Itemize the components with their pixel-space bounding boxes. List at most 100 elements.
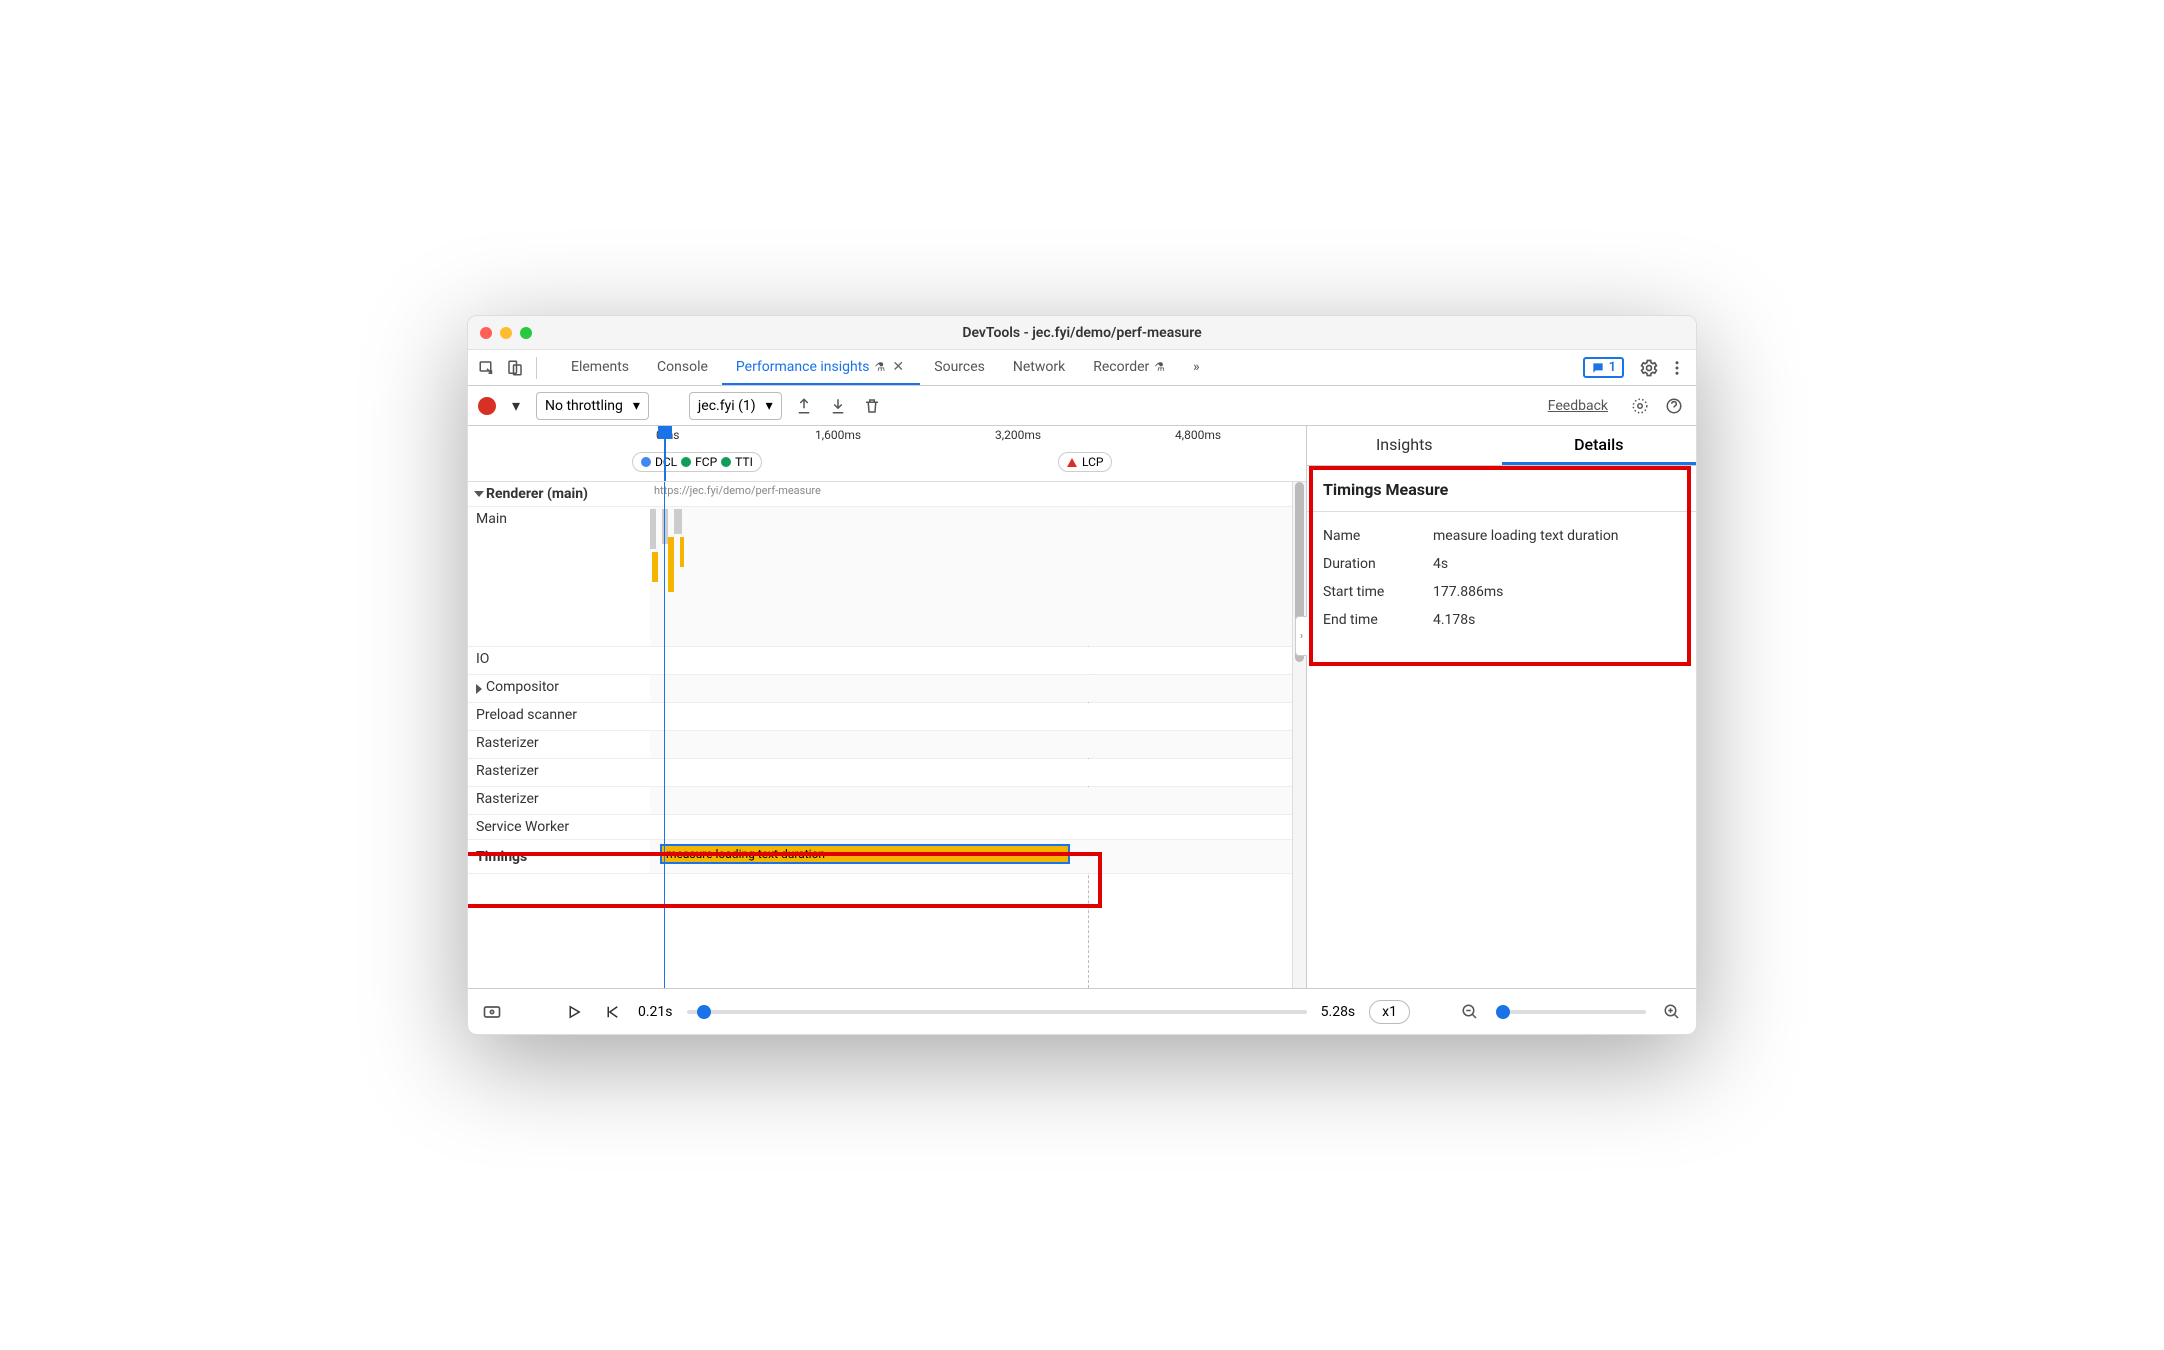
expand-icon[interactable] — [476, 684, 482, 694]
collapse-panel-button[interactable]: › — [1295, 616, 1307, 656]
detail-key: End time — [1323, 612, 1433, 628]
slider-thumb[interactable] — [1496, 1005, 1510, 1019]
zoom-in-icon[interactable] — [1660, 1000, 1684, 1024]
inspect-element-icon[interactable] — [474, 355, 500, 381]
task-bar[interactable] — [650, 509, 656, 549]
tab-console[interactable]: Console — [643, 350, 722, 385]
speed-value: x1 — [1382, 1004, 1397, 1020]
track-preload-scanner[interactable]: Preload scanner — [468, 703, 1306, 731]
timings-measure-bar[interactable]: measure loading text duration — [660, 844, 1070, 864]
lcp-marker[interactable]: LCP — [1058, 452, 1112, 472]
divider — [1307, 511, 1696, 512]
zoom-out-icon[interactable] — [1458, 1000, 1482, 1024]
time-start: 0.21s — [638, 1004, 673, 1020]
close-tab-icon[interactable]: ✕ — [890, 359, 906, 375]
detail-key: Duration — [1323, 556, 1433, 572]
track-rasterizer[interactable]: Rasterizer — [468, 759, 1306, 787]
time-end: 5.28s — [1321, 1004, 1356, 1020]
timeline-panel: 0ms 1,600ms 3,200ms 4,800ms DCL FCP TTI … — [468, 426, 1306, 988]
export-icon[interactable] — [792, 397, 816, 415]
skip-start-button[interactable] — [600, 1000, 624, 1024]
tab-details[interactable]: Details — [1502, 426, 1697, 465]
track-rasterizer[interactable]: Rasterizer — [468, 731, 1306, 759]
tab-performance-insights[interactable]: Performance insights ⚗ ✕ — [722, 350, 920, 385]
preview-icon[interactable] — [480, 1000, 504, 1024]
timing-markers[interactable]: DCL FCP TTI — [632, 452, 762, 472]
dcl-marker-icon — [641, 457, 651, 467]
record-button[interactable] — [478, 397, 496, 415]
more-tabs-button[interactable]: » — [1179, 350, 1214, 385]
throttling-value: No throttling — [545, 398, 623, 414]
task-bar[interactable] — [674, 509, 682, 534]
settings-icon[interactable] — [1636, 355, 1662, 381]
detail-row-name: Namemeasure loading text duration — [1323, 522, 1680, 550]
tab-label: Performance insights — [736, 359, 870, 375]
lcp-warning-icon — [1067, 458, 1077, 467]
tab-label: Sources — [934, 359, 985, 375]
playhead-handle-icon[interactable] — [658, 426, 672, 439]
slider-thumb[interactable] — [697, 1005, 711, 1019]
tab-sources[interactable]: Sources — [920, 350, 999, 385]
tab-recorder[interactable]: Recorder ⚗ — [1079, 350, 1179, 385]
track-compositor[interactable]: Compositor — [468, 675, 1306, 703]
timeline-slider[interactable] — [687, 1010, 1307, 1014]
playhead[interactable] — [664, 426, 666, 481]
play-button[interactable] — [562, 1000, 586, 1024]
record-options-dropdown[interactable]: ▾ — [506, 396, 526, 415]
panel-tabs: Elements Console Performance insights ⚗ … — [557, 350, 1214, 385]
marker-label: FCP — [695, 455, 717, 469]
panel-settings-icon[interactable] — [1628, 397, 1652, 415]
titlebar: DevTools - jec.fyi/demo/perf-measure — [468, 316, 1696, 350]
details-panel: › Insights Details Timings Measure Namem… — [1306, 426, 1696, 988]
marker-label: LCP — [1082, 455, 1103, 469]
vertical-scrollbar[interactable] — [1292, 482, 1306, 988]
detail-key: Name — [1323, 528, 1433, 544]
track-rasterizer[interactable]: Rasterizer — [468, 787, 1306, 815]
tti-marker-icon — [721, 457, 731, 467]
track-name: Main — [476, 511, 507, 527]
track-timings[interactable]: Timings measure loading text duration — [468, 840, 1306, 874]
url-hint: https://jec.fyi/demo/perf-measure — [654, 484, 821, 497]
tab-elements[interactable]: Elements — [557, 350, 643, 385]
marker-label: TTI — [735, 455, 753, 469]
track-main[interactable]: Main — [468, 507, 1306, 647]
import-icon[interactable] — [826, 397, 850, 415]
tab-network[interactable]: Network — [999, 350, 1079, 385]
throttling-select[interactable]: No throttling▾ — [536, 392, 649, 420]
track-name: Rasterizer — [476, 763, 539, 779]
track-io[interactable]: IO — [468, 647, 1306, 675]
devtools-window: DevTools - jec.fyi/demo/perf-measure Ele… — [467, 315, 1697, 1035]
time-ruler[interactable]: 0ms 1,600ms 3,200ms 4,800ms DCL FCP TTI … — [468, 426, 1306, 482]
tracks-area[interactable]: Renderer (main) https://jec.fyi/demo/per… — [468, 482, 1306, 988]
track-title: Timings — [476, 849, 527, 865]
issues-count: 1 — [1609, 360, 1616, 375]
help-icon[interactable] — [1662, 397, 1686, 415]
track-name: IO — [476, 651, 489, 667]
renderer-header-row[interactable]: Renderer (main) https://jec.fyi/demo/per… — [468, 482, 1306, 507]
ruler-tick: 1,600ms — [815, 428, 861, 442]
zoom-slider[interactable] — [1496, 1010, 1646, 1014]
feedback-link[interactable]: Feedback — [1548, 398, 1608, 414]
more-menu-icon[interactable] — [1664, 355, 1690, 381]
ruler-tick: 4,800ms — [1175, 428, 1221, 442]
track-name: Rasterizer — [476, 791, 539, 807]
issues-badge[interactable]: 1 — [1583, 357, 1624, 378]
ruler-tick: 3,200ms — [995, 428, 1041, 442]
task-bar[interactable] — [652, 552, 658, 582]
chevron-right-double-icon: » — [1193, 359, 1200, 375]
detail-value: 177.886ms — [1433, 584, 1503, 600]
detail-value: 4.178s — [1433, 612, 1475, 628]
page-select[interactable]: jec.fyi (1)▾ — [689, 392, 782, 420]
track-service-worker[interactable]: Service Worker — [468, 815, 1306, 840]
task-bar[interactable] — [668, 537, 674, 592]
divider — [536, 357, 537, 379]
window-title: DevTools - jec.fyi/demo/perf-measure — [468, 325, 1696, 341]
device-toolbar-icon[interactable] — [502, 355, 528, 381]
tab-label: Recorder — [1093, 359, 1149, 375]
tab-insights[interactable]: Insights — [1307, 426, 1502, 465]
task-bar[interactable] — [680, 537, 684, 567]
speed-toggle[interactable]: x1 — [1369, 1000, 1410, 1024]
tab-label: Network — [1013, 359, 1065, 375]
delete-icon[interactable] — [860, 397, 884, 415]
collapse-icon[interactable] — [474, 491, 484, 497]
